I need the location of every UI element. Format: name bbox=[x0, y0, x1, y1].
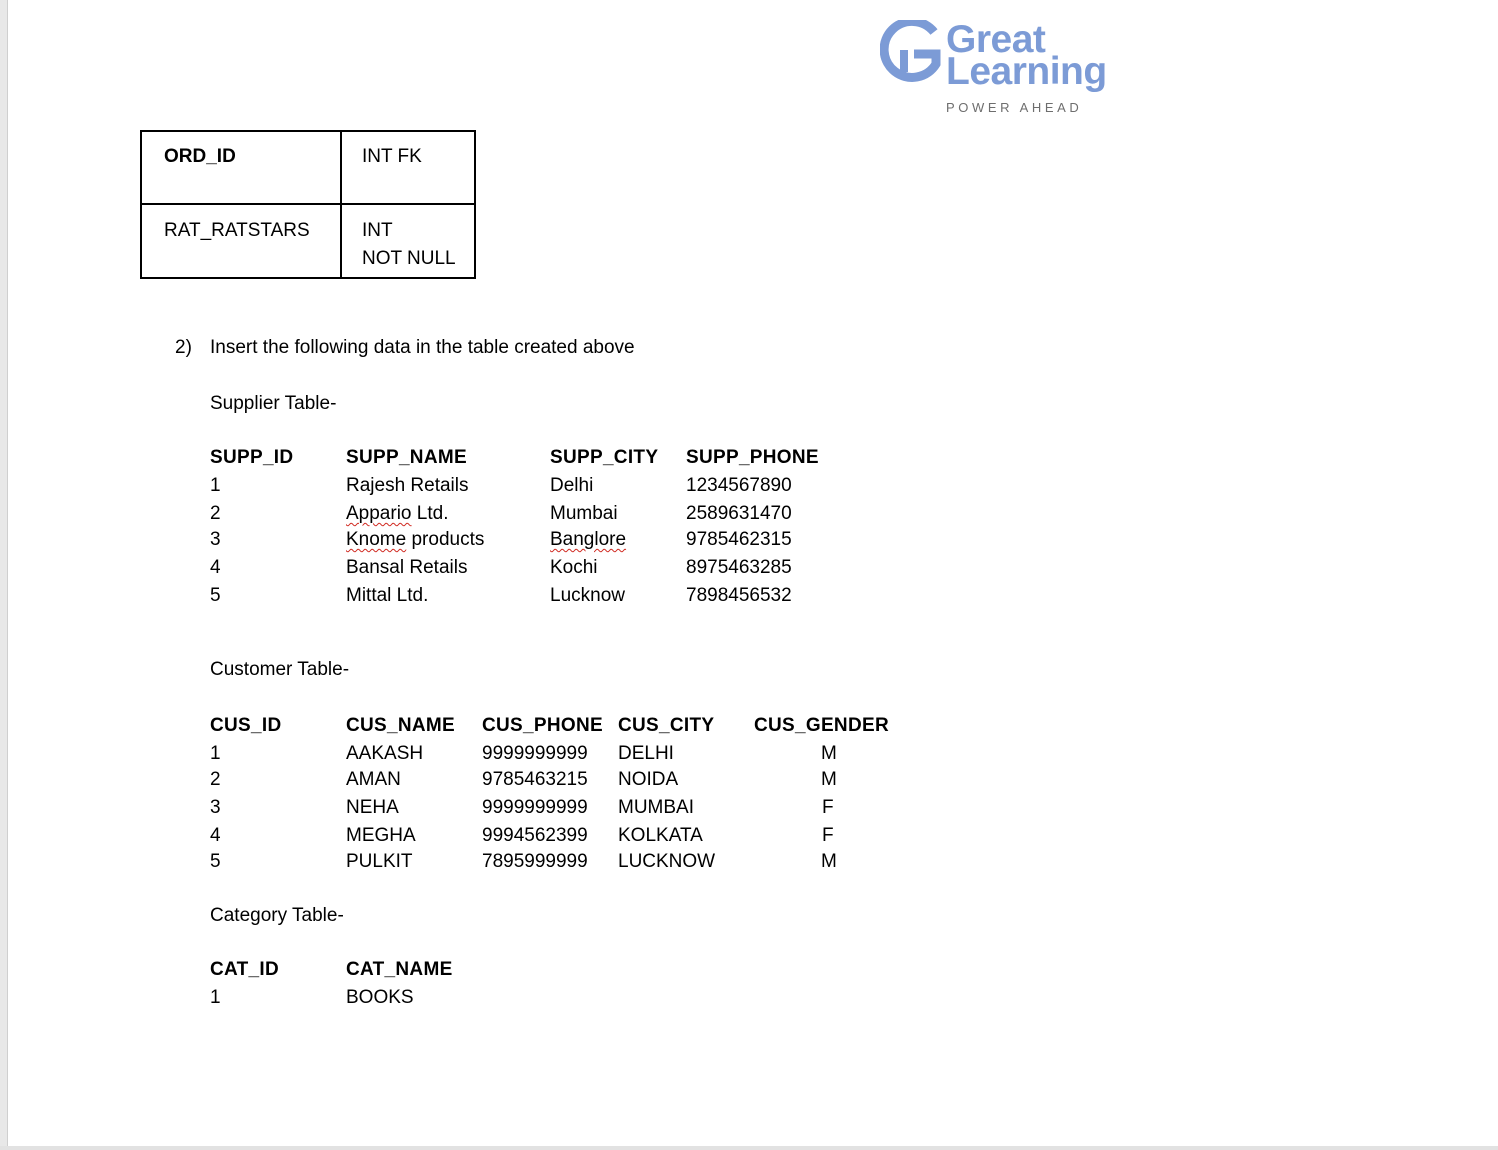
customer-cell: 7895999999 bbox=[482, 851, 588, 872]
great-learning-logo: Great Learning POWER AHEAD bbox=[880, 18, 1120, 118]
customer-header: CUS_ID bbox=[210, 715, 282, 736]
customer-table-title: Customer Table- bbox=[210, 659, 350, 680]
supplier-table-title: Supplier Table- bbox=[210, 393, 337, 414]
supplier-header: SUPP_CITY bbox=[550, 447, 659, 468]
schema-field-cell: RAT_RATSTARS bbox=[140, 203, 342, 279]
supplier-header: SUPP_ID bbox=[210, 447, 294, 468]
supplier-cell: Mumbai bbox=[550, 503, 618, 524]
customer-cell: MUMBAI bbox=[618, 797, 694, 818]
customer-cell: AAKASH bbox=[346, 743, 424, 764]
supplier-cell: Appario Ltd. bbox=[346, 503, 449, 524]
schema-table: ORD_ID INT FK RAT_RATSTARS INT NOT NULL bbox=[140, 130, 476, 279]
supplier-cell: Kochi bbox=[550, 557, 598, 578]
customer-cell: M bbox=[821, 743, 837, 764]
customer-header: CUS_GENDER bbox=[754, 715, 889, 736]
supplier-cell: 5 bbox=[210, 585, 221, 606]
customer-header: CUS_NAME bbox=[346, 715, 456, 736]
supplier-cell: 2 bbox=[210, 503, 221, 524]
instruction-text: Insert the following data in the table c… bbox=[210, 337, 635, 358]
customer-cell: LUCKNOW bbox=[618, 851, 716, 872]
customer-cell: 9785463215 bbox=[482, 769, 588, 790]
schema-type-line: NOT NULL bbox=[362, 248, 456, 269]
logo-word-learning: Learning bbox=[946, 50, 1107, 93]
category-header: CAT_NAME bbox=[346, 959, 453, 980]
schema-row: RAT_RATSTARS INT NOT NULL bbox=[140, 203, 476, 279]
customer-cell: 9994562399 bbox=[482, 825, 588, 846]
page-edge bbox=[0, 0, 8, 1150]
category-cell: 1 bbox=[210, 987, 221, 1008]
customer-cell: 2 bbox=[210, 769, 221, 790]
customer-cell: 9999999999 bbox=[482, 797, 588, 818]
supplier-cell: 9785462315 bbox=[686, 529, 792, 550]
customer-cell: 4 bbox=[210, 825, 221, 846]
supplier-cell: 7898456532 bbox=[686, 585, 792, 606]
schema-field-cell: ORD_ID bbox=[140, 130, 342, 205]
schema-type-cell: INT NOT NULL bbox=[340, 203, 476, 279]
supplier-cell: Lucknow bbox=[550, 585, 625, 606]
customer-cell: F bbox=[822, 797, 834, 818]
customer-header: CUS_PHONE bbox=[482, 715, 603, 736]
spellcheck-word: Appario bbox=[346, 503, 412, 524]
supplier-cell: Mittal Ltd. bbox=[346, 585, 429, 606]
customer-cell: F bbox=[822, 825, 834, 846]
supplier-header: SUPP_NAME bbox=[346, 447, 467, 468]
schema-row: ORD_ID INT FK bbox=[140, 130, 476, 205]
supplier-header: SUPP_PHONE bbox=[686, 447, 819, 468]
supplier-cell: Knome products bbox=[346, 529, 485, 550]
supplier-cell: Delhi bbox=[550, 475, 594, 496]
category-table-title: Category Table- bbox=[210, 905, 344, 926]
category-cell: BOOKS bbox=[346, 987, 414, 1008]
customer-cell: MEGHA bbox=[346, 825, 416, 846]
customer-cell: M bbox=[821, 769, 837, 790]
customer-cell: NOIDA bbox=[618, 769, 679, 790]
logo-tagline: POWER AHEAD bbox=[946, 100, 1083, 115]
supplier-cell: Rajesh Retails bbox=[346, 475, 469, 496]
customer-cell: KOLKATA bbox=[618, 825, 703, 846]
customer-cell: M bbox=[821, 851, 837, 872]
great-learning-g-icon bbox=[880, 20, 941, 82]
customer-cell: 3 bbox=[210, 797, 221, 818]
supplier-cell: 1 bbox=[210, 475, 221, 496]
schema-type-cell: INT FK bbox=[340, 130, 476, 205]
category-header: CAT_ID bbox=[210, 959, 280, 980]
supplier-cell: 3 bbox=[210, 529, 221, 550]
customer-cell: 1 bbox=[210, 743, 221, 764]
customer-cell: PULKIT bbox=[346, 851, 413, 872]
supplier-cell: 2589631470 bbox=[686, 503, 792, 524]
customer-cell: DELHI bbox=[618, 743, 674, 764]
spellcheck-word: Knome bbox=[346, 529, 407, 550]
supplier-cell: Bansal Retails bbox=[346, 557, 468, 578]
customer-cell: 5 bbox=[210, 851, 221, 872]
page-bottom-edge bbox=[0, 1146, 1498, 1150]
supplier-cell: 4 bbox=[210, 557, 221, 578]
customer-header: CUS_CITY bbox=[618, 715, 715, 736]
supplier-cell: Banglore bbox=[550, 529, 626, 551]
instruction-number: 2) bbox=[175, 337, 192, 358]
schema-type-line: INT bbox=[362, 220, 393, 241]
spellcheck-word: Banglore bbox=[550, 529, 627, 550]
customer-cell: 9999999999 bbox=[482, 743, 588, 764]
customer-cell: NEHA bbox=[346, 797, 399, 818]
supplier-cell: 8975463285 bbox=[686, 557, 792, 578]
supplier-cell: 1234567890 bbox=[686, 475, 792, 496]
customer-cell: AMAN bbox=[346, 769, 401, 790]
